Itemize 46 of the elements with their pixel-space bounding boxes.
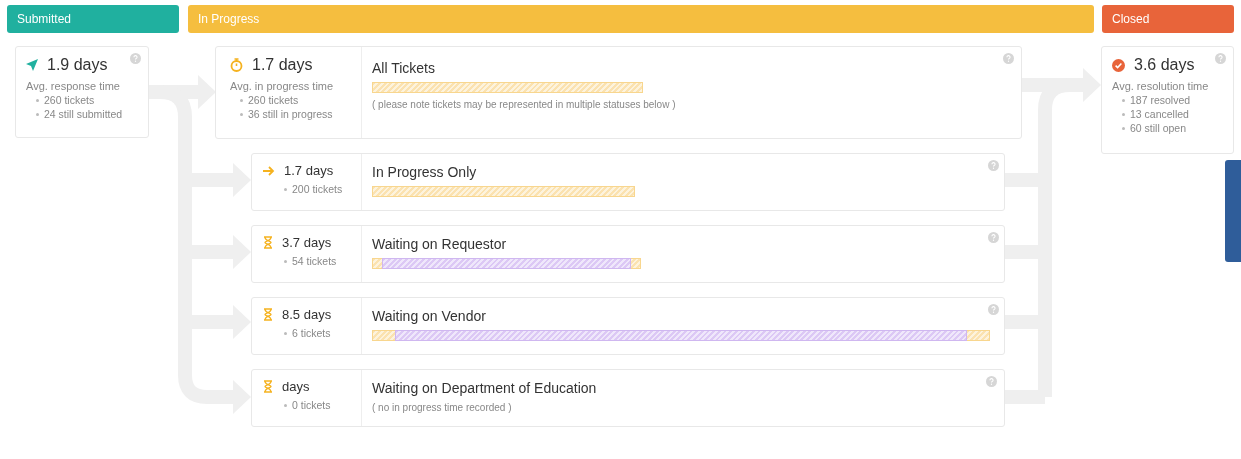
ticket-count: 200 tickets bbox=[292, 183, 343, 195]
metric-caption: Avg. response time bbox=[26, 80, 121, 92]
average-value: 8.5 days bbox=[282, 307, 332, 322]
stat-item: 260 tickets bbox=[44, 94, 95, 106]
stage-header: Closed bbox=[1102, 5, 1234, 33]
average-value: 3.6 days bbox=[1134, 56, 1195, 74]
average-value: 1.7 days bbox=[252, 56, 313, 74]
status-title: Waiting on Vendor bbox=[372, 308, 487, 324]
status-title: All Tickets bbox=[372, 60, 436, 76]
paper-plane-icon bbox=[26, 59, 38, 71]
stat-item: 60 still open bbox=[1130, 122, 1187, 134]
status-title: Waiting on Requestor bbox=[372, 236, 508, 252]
help-icon[interactable] bbox=[988, 160, 999, 171]
metric-caption: Avg. in progress time bbox=[230, 80, 335, 92]
ticket-count: 6 tickets bbox=[292, 327, 331, 339]
check-circle-icon bbox=[1112, 58, 1125, 72]
average-value: days bbox=[282, 379, 310, 394]
help-icon[interactable] bbox=[1215, 53, 1226, 64]
stage-header: Submitted bbox=[7, 5, 179, 33]
stat-item: 187 resolved bbox=[1130, 94, 1191, 106]
help-icon[interactable] bbox=[130, 53, 141, 64]
ticket-count: 0 tickets bbox=[292, 399, 331, 411]
note-text: ( no in progress time recorded ) bbox=[372, 402, 513, 413]
stat-item: 36 still in progress bbox=[248, 108, 333, 120]
stage-header: In Progress bbox=[188, 5, 1094, 33]
help-icon[interactable] bbox=[1003, 53, 1014, 64]
help-icon[interactable] bbox=[988, 304, 999, 315]
help-icon[interactable] bbox=[986, 376, 997, 387]
stat-item: 24 still submitted bbox=[44, 108, 123, 120]
status-title: Waiting on Department of Education bbox=[372, 380, 598, 396]
hourglass-icon bbox=[263, 380, 273, 393]
average-value: 1.9 days bbox=[47, 56, 108, 74]
side-tab[interactable] bbox=[1225, 160, 1241, 262]
note-text: ( please note tickets may be represented in multiple statuses below ) bbox=[372, 99, 677, 110]
average-value: 3.7 days bbox=[282, 235, 332, 250]
stopwatch-icon bbox=[230, 58, 243, 72]
average-value: 1.7 days bbox=[284, 163, 334, 178]
stat-item: 260 tickets bbox=[248, 94, 299, 106]
help-icon[interactable] bbox=[988, 232, 999, 243]
ticket-count: 54 tickets bbox=[292, 255, 337, 267]
stat-item: 13 cancelled bbox=[1130, 108, 1189, 120]
metric-caption: Avg. resolution time bbox=[1112, 80, 1210, 92]
status-title: In Progress Only bbox=[372, 164, 478, 180]
arrow-right-icon bbox=[263, 165, 275, 176]
hourglass-icon bbox=[263, 236, 273, 249]
hourglass-icon bbox=[263, 308, 273, 321]
